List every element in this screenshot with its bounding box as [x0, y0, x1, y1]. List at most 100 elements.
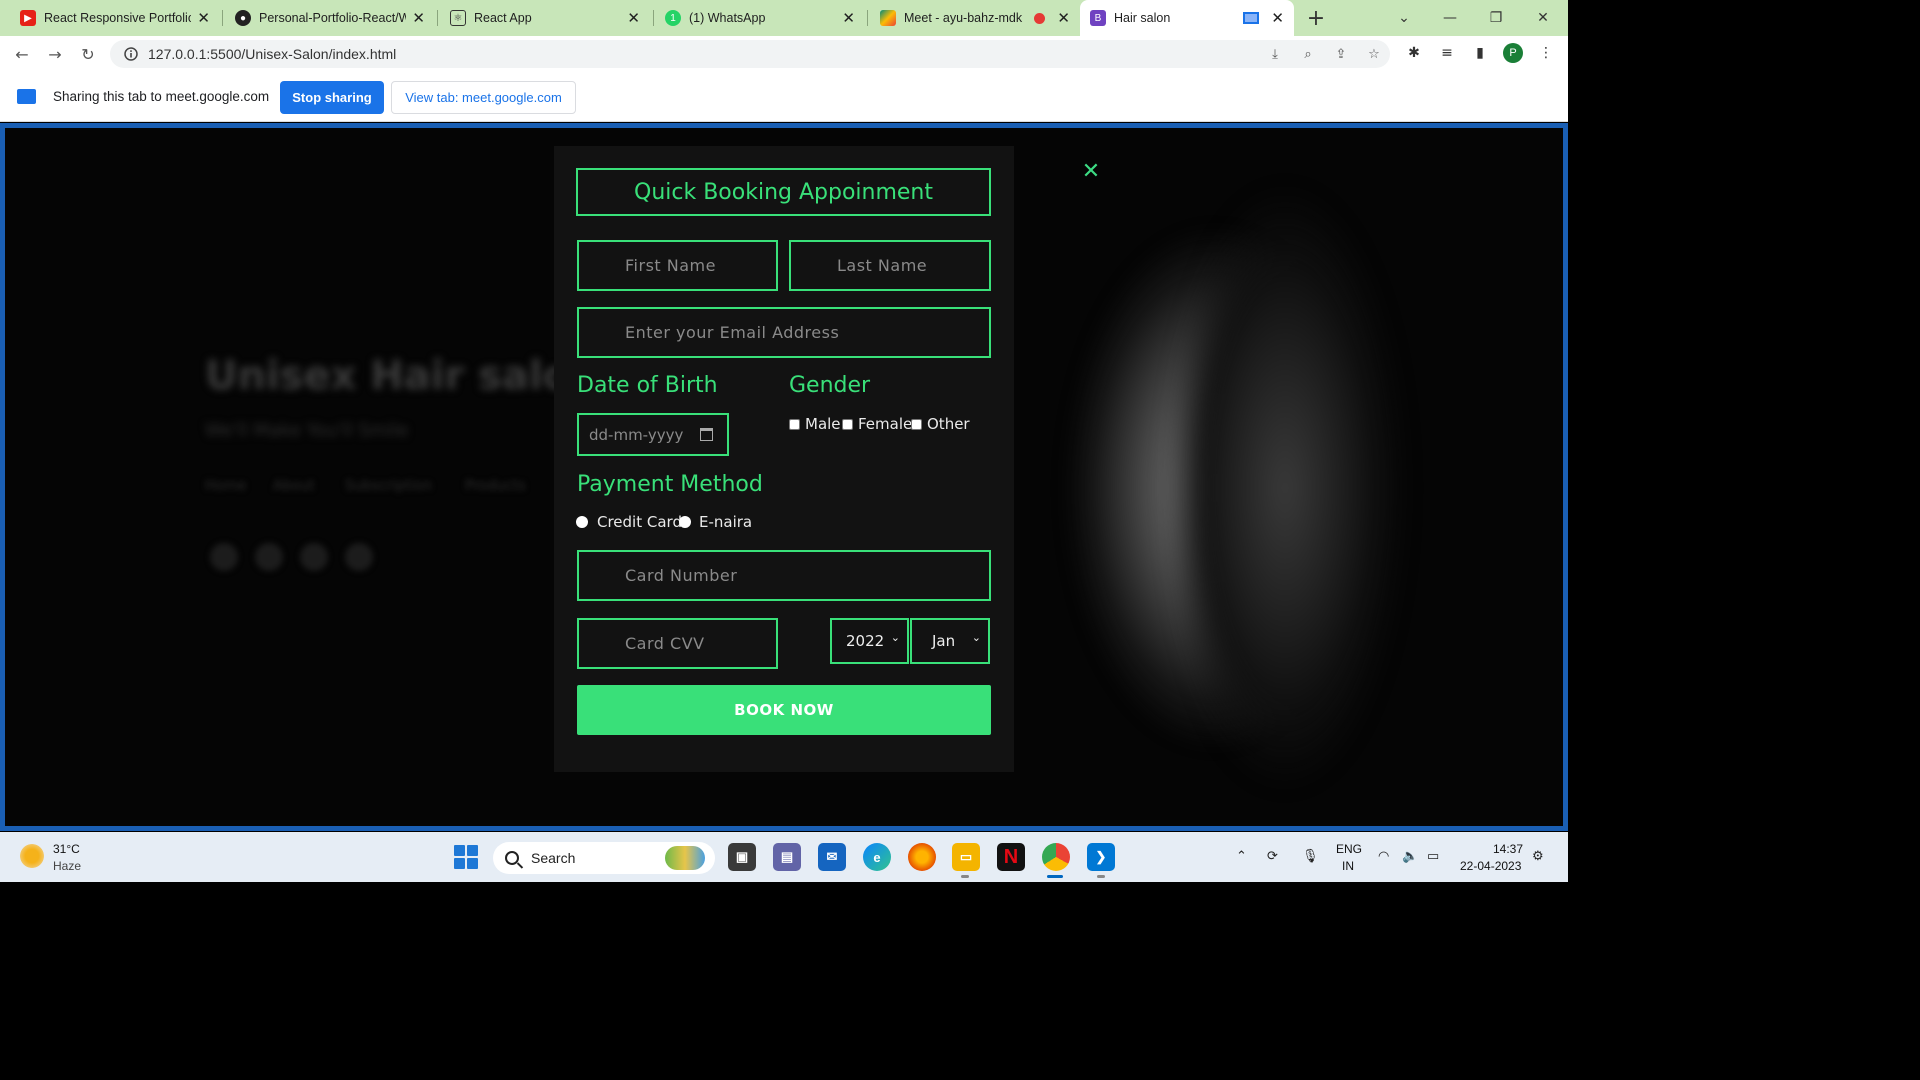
site-info-icon[interactable] [122, 45, 140, 63]
youtube-icon: ▶ [20, 10, 36, 26]
view-tab-button[interactable]: View tab: meet.google.com [391, 81, 576, 114]
clock-date: 22-04-2023 [1460, 859, 1522, 873]
dob-label: Date of Birth [577, 373, 718, 398]
background-social-icon [300, 543, 328, 571]
gender-option-label: Female [858, 415, 913, 433]
female-checkbox[interactable] [842, 418, 853, 430]
tab-label: Hair salon [1114, 11, 1171, 25]
male-checkbox[interactable] [789, 418, 800, 430]
bookmark-star-icon[interactable]: ☆ [1364, 44, 1384, 64]
file-viewer-app-icon[interactable]: ▣ [728, 843, 756, 871]
expiry-month-select[interactable]: Jan ⌄ [910, 618, 990, 664]
card-number-input[interactable] [577, 550, 991, 601]
new-tab-button[interactable]: + [1293, 0, 1339, 36]
reload-icon[interactable]: ↻ [76, 42, 100, 66]
volume-icon[interactable]: 🔈 [1402, 848, 1418, 864]
teams-chat-icon[interactable]: ▤ [773, 843, 801, 871]
enaira-radio[interactable] [679, 516, 691, 528]
gender-option-label: Other [927, 415, 970, 433]
microphone-icon[interactable]: 🎙 [1302, 848, 1319, 864]
weather-temperature: 31°C [53, 842, 80, 856]
battery-icon[interactable]: ▭ [1427, 848, 1439, 864]
install-icon[interactable]: ⤓ [1265, 44, 1285, 64]
tab-close-icon[interactable]: ✕ [412, 9, 425, 27]
mail-icon[interactable]: ✉ [818, 843, 846, 871]
other-checkbox[interactable] [911, 418, 922, 430]
tab-close-icon[interactable]: ✕ [1271, 9, 1284, 27]
payment-option-label: Credit Card [597, 513, 682, 531]
email-input[interactable] [577, 307, 991, 358]
tab-react-app[interactable]: ⚛ React App ✕ [440, 0, 650, 36]
share-icon[interactable]: ⇪ [1331, 44, 1351, 64]
modal-close-icon[interactable]: ✕ [1080, 159, 1102, 184]
tab-react-portfolio[interactable]: ▶ React Responsive Portfolio ✕ [10, 0, 220, 36]
gender-option-male[interactable]: Male [789, 415, 841, 433]
gender-option-female[interactable]: Female [842, 415, 912, 433]
background-nav-item: About [273, 478, 315, 494]
wifi-icon[interactable]: ◠ [1378, 848, 1389, 864]
notification-icon[interactable]: ⚙ [1532, 848, 1544, 864]
tab-search-icon[interactable]: ⌄ [1381, 0, 1427, 36]
url-text: 127.0.0.1:5500/Unisex-Salon/index.html [148, 46, 397, 62]
background-nav-item: Products [465, 478, 526, 494]
background-hero-title: Unisex Hair salon [205, 353, 599, 399]
windows-start-icon[interactable] [454, 845, 478, 869]
payment-option-credit-card[interactable]: Credit Card [576, 513, 682, 531]
taskbar-search[interactable]: Search [493, 842, 715, 874]
tab-close-icon[interactable]: ✕ [627, 9, 640, 27]
screen-share-icon [17, 89, 36, 104]
edge-browser-icon[interactable]: e [863, 843, 891, 871]
stop-sharing-button[interactable]: Stop sharing [280, 81, 384, 114]
book-now-button[interactable]: BOOK NOW [577, 685, 991, 735]
payment-option-enaira[interactable]: E-naira [679, 513, 752, 531]
firefox-icon[interactable] [908, 843, 936, 871]
tab-github[interactable]: ● Personal-Portfolio-React/W ✕ [225, 0, 435, 36]
tray-overflow-icon[interactable]: ⌃ [1236, 848, 1247, 864]
casting-icon [1243, 12, 1260, 24]
last-name-input[interactable] [789, 240, 991, 291]
restore-icon[interactable]: ❐ [1473, 0, 1519, 36]
menu-icon[interactable]: ⋮ [1535, 42, 1557, 64]
window-close-icon[interactable]: ✕ [1520, 0, 1566, 36]
modal-title: Quick Booking Appoinment [576, 168, 991, 216]
side-panel-icon[interactable]: ▮ [1469, 42, 1491, 64]
tab-close-icon[interactable]: ✕ [197, 9, 210, 27]
credit-card-radio[interactable] [576, 516, 588, 528]
tab-hair-salon[interactable]: B Hair salon ✕ [1080, 0, 1294, 36]
dob-date-input[interactable]: dd-mm-yyyy [577, 413, 729, 456]
media-control-icon[interactable]: ≡ [1436, 42, 1458, 64]
background-social-icon [255, 543, 283, 571]
extensions-icon[interactable]: ✱ [1403, 42, 1425, 64]
tab-sharing-bar: Sharing this tab to meet.google.com [0, 72, 1568, 122]
tab-close-icon[interactable]: ✕ [1057, 9, 1070, 27]
file-explorer-icon[interactable]: ▭ [952, 843, 980, 871]
tab-close-icon[interactable]: ✕ [842, 9, 855, 27]
tab-meet[interactable]: Meet - ayu-bahz-mdk ✕ [870, 0, 1080, 36]
zoom-icon[interactable]: ⌕ [1298, 44, 1318, 64]
minimize-icon[interactable]: — [1427, 0, 1473, 36]
first-name-input[interactable] [577, 240, 778, 291]
expiry-year-select[interactable]: 2022 ⌄ [830, 618, 909, 664]
gender-option-other[interactable]: Other [911, 415, 970, 433]
chrome-icon[interactable] [1042, 843, 1070, 871]
app-running-indicator [1097, 875, 1105, 878]
tab-label: Meet - ayu-bahz-mdk [904, 11, 1023, 25]
vscode-icon[interactable]: ❯ [1087, 843, 1115, 871]
taskbar-search-label: Search [531, 850, 576, 866]
tab-label: Personal-Portfolio-React/W [259, 11, 407, 25]
back-icon[interactable]: ← [10, 42, 34, 66]
chevron-down-icon: ⌄ [971, 631, 981, 644]
forward-icon[interactable]: → [43, 42, 67, 66]
github-icon: ● [235, 10, 251, 26]
tab-whatsapp[interactable]: 1 (1) WhatsApp ✕ [655, 0, 865, 36]
background-hero-image-shade [1135, 188, 1435, 826]
bootstrap-icon: B [1090, 10, 1106, 26]
card-cvv-input[interactable] [577, 618, 778, 669]
profile-avatar[interactable]: P [1503, 43, 1523, 63]
address-bar[interactable]: 127.0.0.1:5500/Unisex-Salon/index.html [110, 40, 1390, 68]
netflix-icon[interactable]: N [997, 843, 1025, 871]
weather-haze-icon[interactable] [20, 844, 44, 868]
calendar-icon[interactable] [700, 428, 713, 441]
background-hero-subtitle: We'll Make You'll Smile [205, 420, 409, 441]
sync-icon[interactable]: ⟳ [1267, 848, 1278, 864]
